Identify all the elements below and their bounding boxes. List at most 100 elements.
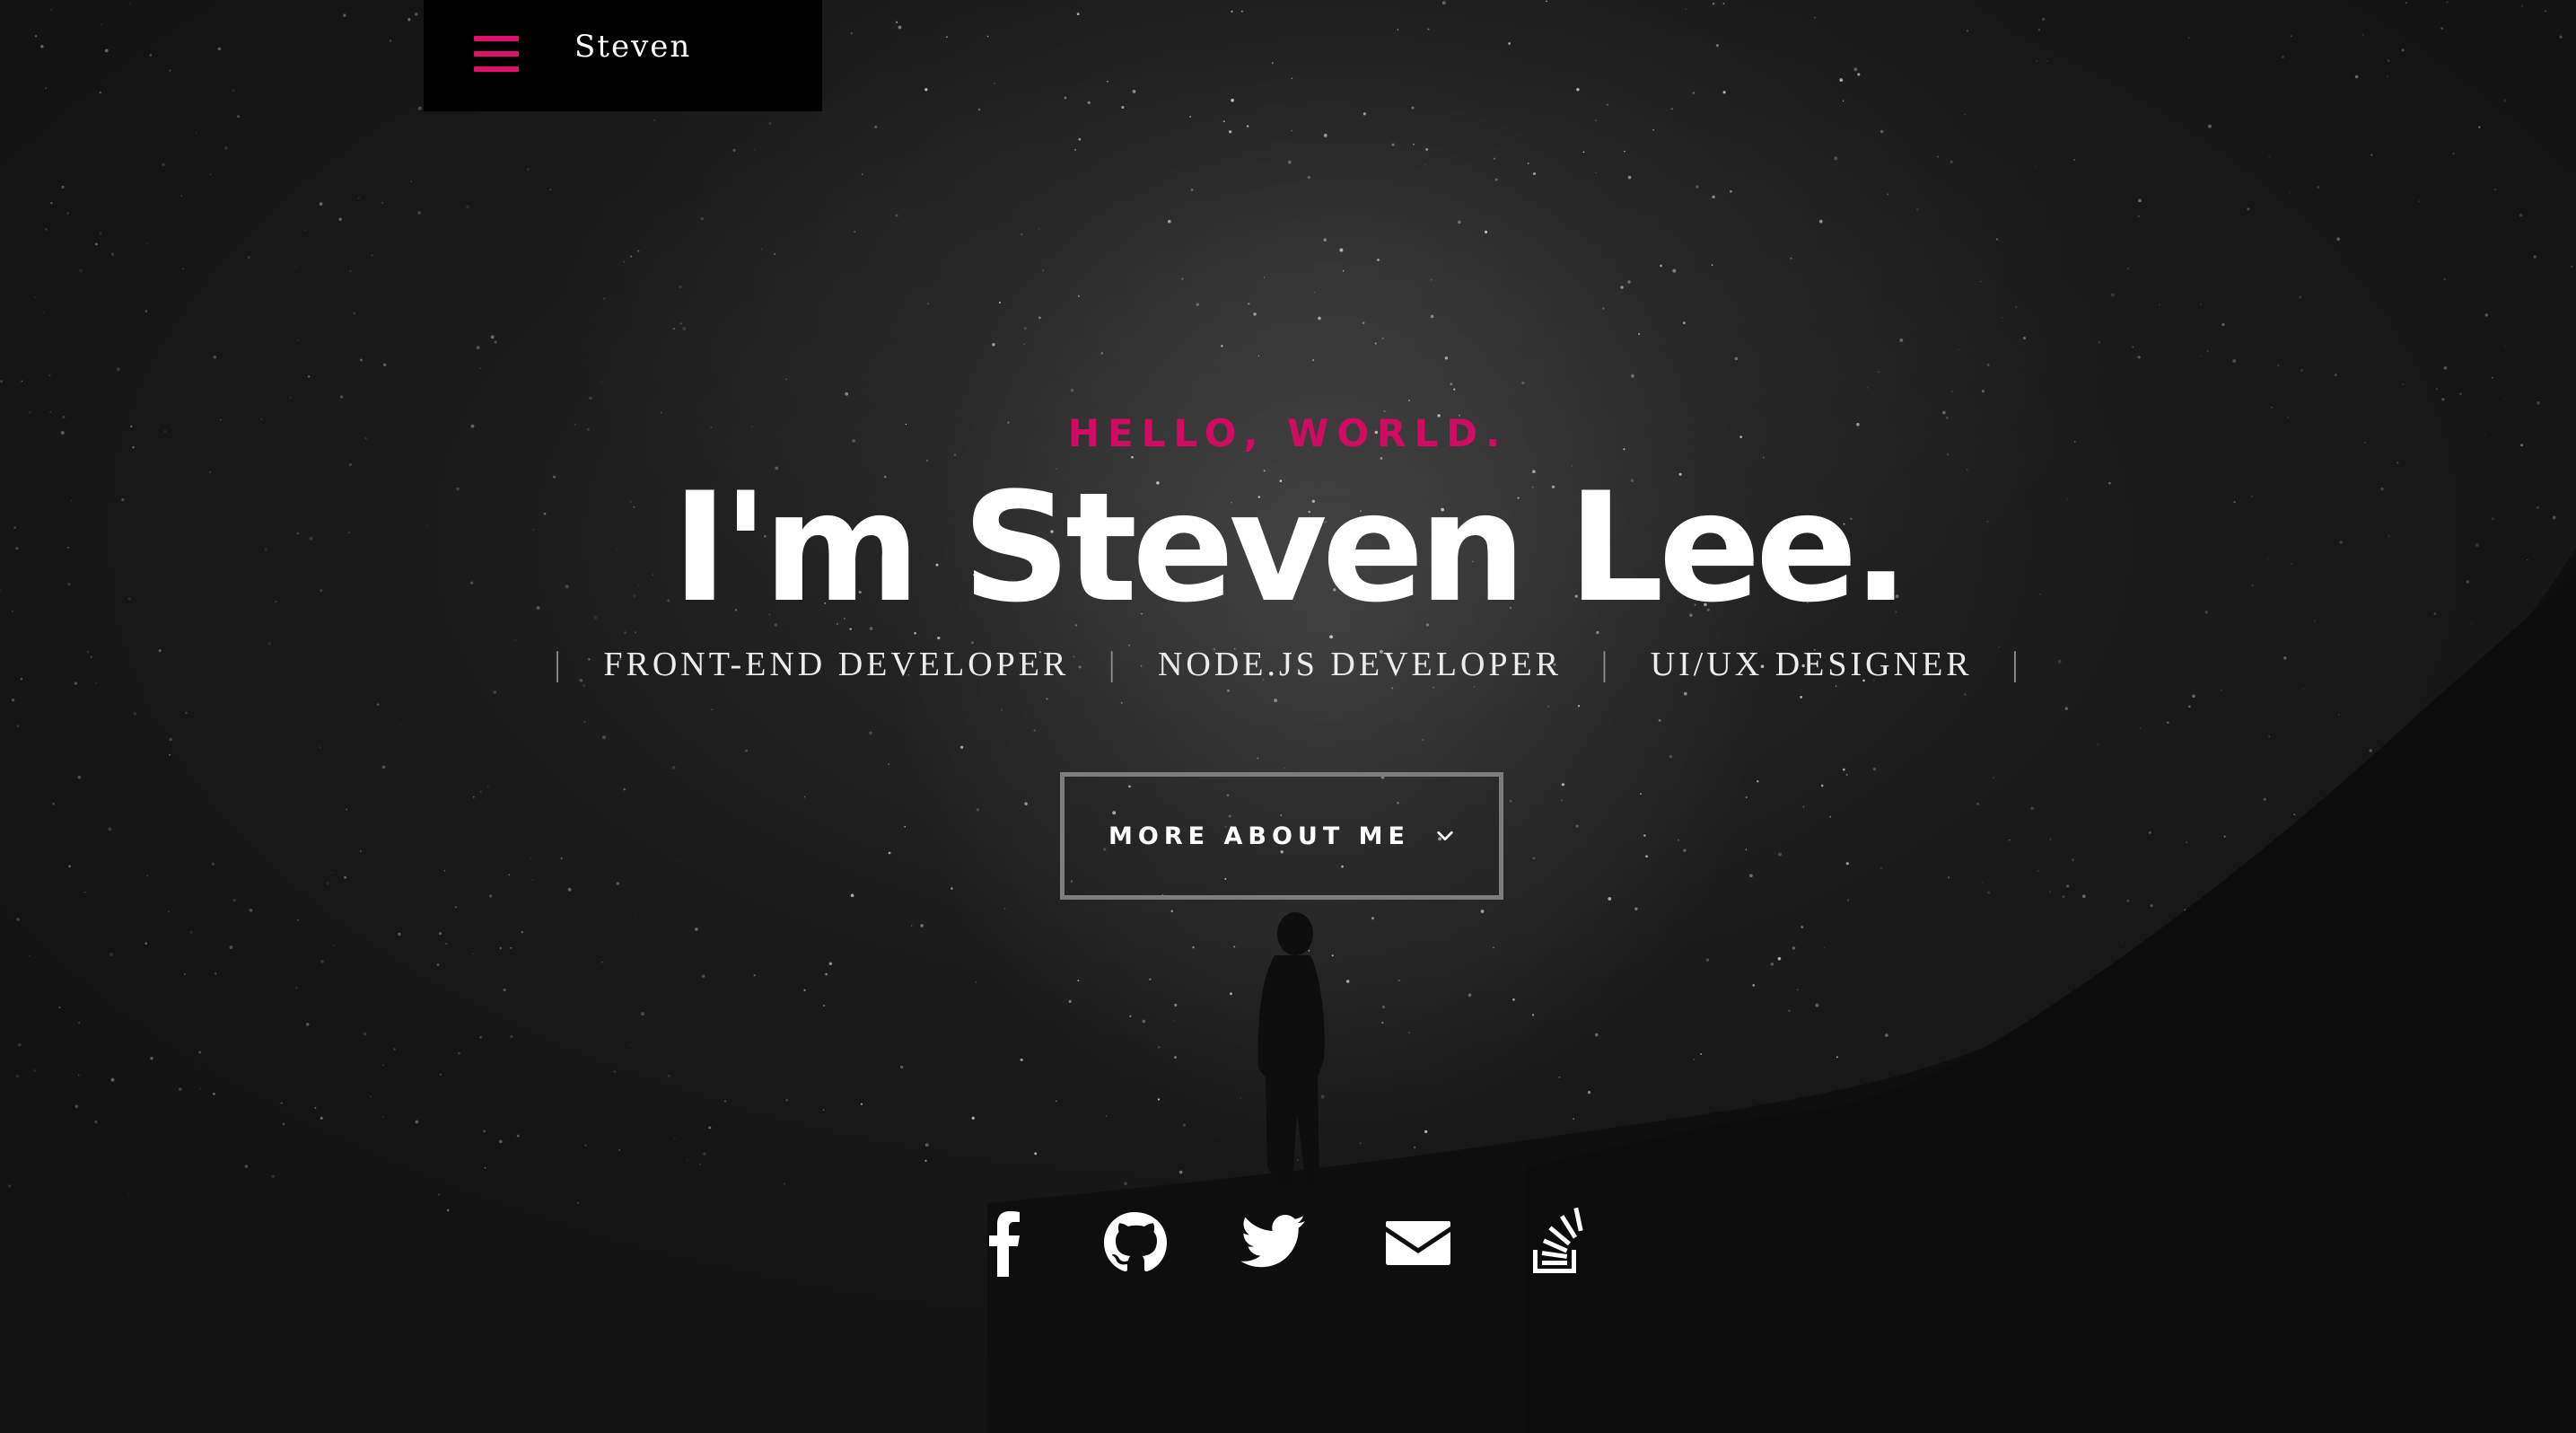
star [1132,89,1136,93]
star [1836,1056,1838,1059]
site-logo[interactable]: Steven [574,29,691,65]
role-nodejs: NODE.JS DEVELOPER [1157,646,1563,683]
star [479,790,482,793]
star [1678,839,1680,841]
star [531,878,534,881]
star [307,375,311,378]
star [2247,207,2250,211]
star [1323,133,1327,137]
star [2361,33,2364,36]
star [381,765,386,769]
star [297,919,299,921]
star [2173,1013,2177,1017]
star [145,942,148,945]
star [58,1007,61,1009]
star [2159,303,2161,306]
star [1381,337,1384,339]
star [2096,1093,2099,1096]
star [445,943,448,945]
star [1693,1059,1695,1060]
more-about-me-button[interactable]: MORE ABOUT ME [1060,772,1503,900]
star [701,974,705,978]
star [111,252,115,256]
star [1512,998,1515,1001]
star [2167,721,2169,724]
star [975,981,977,983]
email-icon[interactable] [1382,1207,1454,1279]
star [1231,10,1233,13]
star [376,703,380,707]
star [343,13,346,17]
star [2022,337,2026,340]
star [1458,220,1461,224]
star [1683,848,1687,852]
star [1424,1130,1428,1134]
star [1637,332,1641,336]
star [2475,737,2479,740]
star [1189,115,1192,119]
star [828,962,833,966]
star [1038,228,1040,230]
star [2492,747,2495,751]
menu-bar-top [474,36,519,41]
star [1866,387,1869,389]
star [1413,1146,1416,1149]
star [2224,1117,2227,1120]
star [332,945,335,947]
twitter-icon[interactable] [1237,1207,1309,1279]
star [1484,230,1488,233]
star [1380,1178,1383,1181]
star [1227,689,1231,692]
star [320,959,324,963]
star [371,254,373,257]
star [1170,910,1173,913]
star [2150,904,2153,908]
star [2192,694,2195,698]
star [344,875,347,879]
star [530,857,532,860]
star [1291,77,1293,80]
star [2268,155,2270,158]
star [703,1152,706,1156]
star [1222,120,1225,123]
star [1468,993,1472,998]
star [168,910,170,913]
star [1527,163,1529,164]
star [2062,895,2065,898]
star [1937,155,1940,158]
star [1182,1123,1186,1127]
star [2037,28,2041,31]
star [1575,824,1579,828]
star [2121,942,2123,944]
star [1253,312,1257,316]
star [1178,1170,1183,1174]
person-silhouette [1257,912,1325,1185]
star [2030,806,2034,811]
star [198,1051,202,1054]
star [1712,2,1715,5]
star [2208,124,2212,128]
star [2097,743,2099,746]
facebook-icon[interactable] [969,1207,1041,1279]
stackoverflow-icon[interactable] [1522,1207,1594,1279]
star [382,363,387,367]
star [2188,1076,2193,1079]
star [1608,897,1612,901]
hamburger-menu-icon[interactable] [474,36,519,72]
star [584,1144,587,1147]
star [521,930,524,934]
star [319,746,322,749]
star [911,925,913,927]
star [603,297,606,300]
star [674,1138,676,1139]
star [753,974,756,977]
star [1023,343,1025,345]
star [1788,1009,1791,1013]
star [686,1158,688,1160]
github-icon[interactable] [1099,1207,1170,1279]
star [2232,359,2237,363]
star [1966,30,1969,32]
star [1173,1020,1176,1022]
star [1056,1100,1057,1103]
star [353,312,356,315]
